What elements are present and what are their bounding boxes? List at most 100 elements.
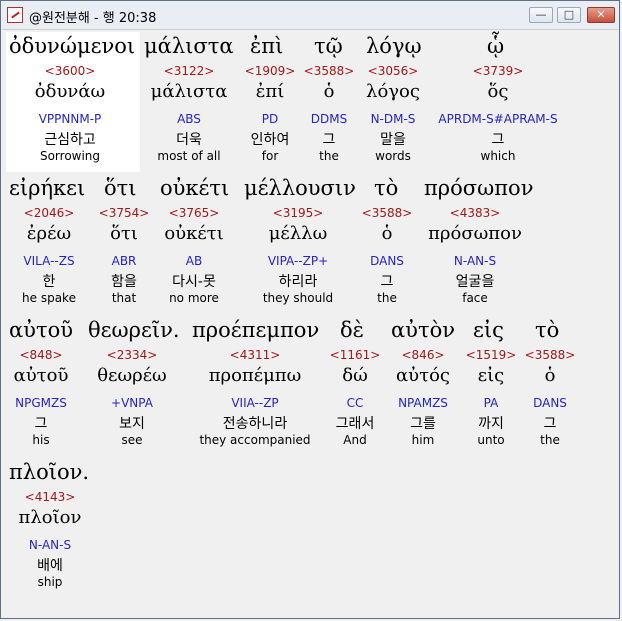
lemma: ἐρέω: [26, 223, 72, 244]
lemma: μέλλω: [268, 223, 328, 244]
morphology-code: DANS: [370, 254, 404, 268]
morphology-code: NPAMZS: [398, 396, 448, 410]
morphology-code: PA: [483, 396, 499, 410]
lemma: προπέμπω: [208, 365, 302, 386]
strong-number[interactable]: <1161>: [330, 348, 381, 362]
korean-gloss: 그: [380, 274, 394, 290]
lemma: ὁ: [544, 365, 556, 386]
english-gloss: see: [121, 433, 143, 447]
korean-gloss: 그: [543, 416, 557, 432]
lemma: ὁ: [323, 81, 335, 102]
english-gloss: no more: [169, 291, 219, 305]
lemma: ὁ: [381, 223, 393, 244]
greek-word[interactable]: οὐκέτι: [160, 176, 229, 200]
greek-word[interactable]: τὸ: [374, 176, 398, 200]
strong-number[interactable]: <3588>: [525, 348, 576, 362]
maximize-button[interactable]: □: [557, 7, 581, 23]
greek-word[interactable]: ἐπὶ: [250, 34, 283, 58]
morphology-code: N-AN-S: [453, 254, 497, 268]
morphology-code: VILA--ZS: [23, 254, 75, 268]
english-gloss: unto: [477, 433, 505, 447]
strong-number[interactable]: <4143>: [25, 490, 76, 504]
korean-gloss: 그: [491, 132, 505, 148]
close-button[interactable]: ✕: [587, 7, 615, 23]
english-gloss: face: [462, 291, 488, 305]
lemma: μάλιστα: [150, 81, 228, 102]
greek-word[interactable]: δὲ: [340, 318, 364, 342]
lemma: ὀδυνάω: [34, 81, 106, 102]
korean-gloss: 그래서: [335, 416, 375, 432]
english-gloss: the: [540, 433, 560, 447]
minimize-button[interactable]: —: [529, 7, 553, 23]
strong-number[interactable]: <4383>: [450, 206, 501, 220]
morphology-code: DDMS: [310, 112, 348, 126]
korean-gloss: 그: [34, 416, 48, 432]
strong-number[interactable]: <846>: [401, 348, 444, 362]
morphology-code: NPGMZS: [15, 396, 67, 410]
morphology-code: DANS: [533, 396, 567, 410]
korean-gloss: 배에: [37, 558, 63, 574]
morphology-code: ABR: [111, 254, 137, 268]
lemma: λόγος: [366, 81, 420, 102]
greek-word[interactable]: θεωρεῖν.: [88, 318, 180, 342]
morphology-code: VPPNNM-P: [38, 112, 102, 126]
greek-word[interactable]: αὐτὸν: [391, 318, 455, 342]
korean-gloss: 더욱: [176, 132, 202, 148]
greek-word[interactable]: προέπεμπον: [192, 318, 319, 342]
korean-gloss: 얼굴을: [455, 274, 495, 290]
strong-number[interactable]: <4311>: [230, 348, 281, 362]
greek-word[interactable]: πλοῖον.: [9, 460, 89, 484]
strong-number[interactable]: <3739>: [473, 64, 524, 78]
korean-gloss: 함을: [111, 274, 137, 290]
english-gloss: his: [32, 433, 50, 447]
greek-word[interactable]: ᾧ: [487, 34, 504, 58]
english-gloss: And: [343, 433, 367, 447]
strong-number[interactable]: <2046>: [24, 206, 75, 220]
interlinear-content: ὀδυνώμενοι <3600> ὀδυνάω VPPNNM-P 근심하고 S…: [4, 29, 618, 617]
strong-number[interactable]: <3588>: [304, 64, 355, 78]
korean-gloss: 까지: [478, 416, 504, 432]
strong-number[interactable]: <1519>: [466, 348, 517, 362]
strong-number[interactable]: <1909>: [245, 64, 296, 78]
greek-word[interactable]: τῷ: [314, 34, 343, 58]
strong-number[interactable]: <3765>: [169, 206, 220, 220]
greek-word[interactable]: μέλλουσιν: [244, 176, 356, 200]
title-bar[interactable]: @원전분해 - 행 20:38 — □ ✕: [1, 1, 619, 30]
greek-word[interactable]: ὅτι: [104, 176, 137, 200]
close-icon: ✕: [596, 8, 606, 21]
morphology-code: AB: [185, 254, 203, 268]
korean-gloss: 근심하고: [44, 132, 96, 148]
morphology-code: CC: [346, 396, 364, 410]
strong-number[interactable]: <3056>: [368, 64, 419, 78]
strong-number[interactable]: <2334>: [107, 348, 158, 362]
greek-word[interactable]: λόγῳ: [366, 34, 422, 58]
english-gloss: the: [319, 149, 339, 163]
greek-word[interactable]: εἰς: [473, 318, 504, 342]
greek-word[interactable]: εἰρήκει: [9, 176, 85, 200]
english-gloss: Sorrowing: [39, 149, 101, 163]
greek-word[interactable]: ὀδυνώμενοι: [9, 34, 135, 58]
english-gloss: for: [261, 149, 279, 163]
english-gloss: him: [411, 433, 435, 447]
greek-word[interactable]: μάλιστα: [144, 34, 234, 58]
maximize-icon: □: [563, 8, 575, 21]
lemma: ἐπί: [255, 81, 285, 102]
english-gloss: most of all: [157, 149, 221, 163]
english-gloss: they accompanied: [199, 433, 311, 447]
lemma: ὅς: [487, 81, 509, 102]
strong-number[interactable]: <3195>: [273, 206, 324, 220]
strong-number[interactable]: <3754>: [99, 206, 150, 220]
strong-number[interactable]: <3588>: [362, 206, 413, 220]
english-gloss: ship: [37, 575, 63, 589]
greek-word[interactable]: πρόσωπον: [424, 176, 533, 200]
lemma: οὐκέτι: [164, 223, 224, 244]
lemma: αὐτός: [396, 365, 450, 386]
strong-number[interactable]: <3122>: [164, 64, 215, 78]
english-gloss: that: [111, 291, 137, 305]
lemma: αὐτοῦ: [13, 365, 69, 386]
strong-number[interactable]: <3600>: [45, 64, 96, 78]
greek-word[interactable]: αὐτοῦ: [9, 318, 73, 342]
greek-word[interactable]: τὸ: [535, 318, 559, 342]
korean-gloss: 하리라: [278, 274, 318, 290]
strong-number[interactable]: <848>: [19, 348, 62, 362]
